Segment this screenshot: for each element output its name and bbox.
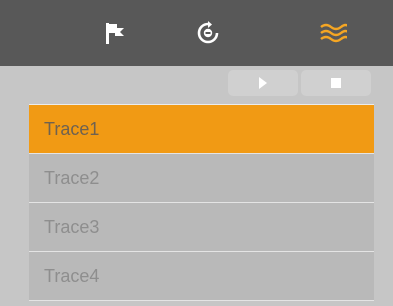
sync-button[interactable] <box>168 0 248 66</box>
play-button[interactable] <box>228 70 298 96</box>
trace-item-2[interactable]: Trace2 <box>29 154 374 203</box>
trace-label: Trace4 <box>44 265 100 286</box>
flag-icon <box>106 23 124 44</box>
trace-item-1[interactable]: Trace1 <box>29 105 374 154</box>
trace-list: Trace1 Trace2 Trace3 Trace4 <box>29 104 374 301</box>
play-icon <box>259 77 267 89</box>
trace-label: Trace1 <box>44 118 100 139</box>
sync-icon <box>197 21 219 44</box>
waves-button[interactable] <box>293 0 373 66</box>
waves-icon <box>320 23 347 43</box>
trace-label: Trace3 <box>44 216 100 237</box>
playback-controls <box>0 66 393 102</box>
flag-button[interactable] <box>75 0 155 66</box>
top-toolbar <box>0 0 393 66</box>
trace-label: Trace2 <box>44 167 100 188</box>
trace-item-4[interactable]: Trace4 <box>29 252 374 301</box>
stop-icon <box>331 78 341 88</box>
stop-button[interactable] <box>301 70 371 96</box>
trace-item-3[interactable]: Trace3 <box>29 203 374 252</box>
